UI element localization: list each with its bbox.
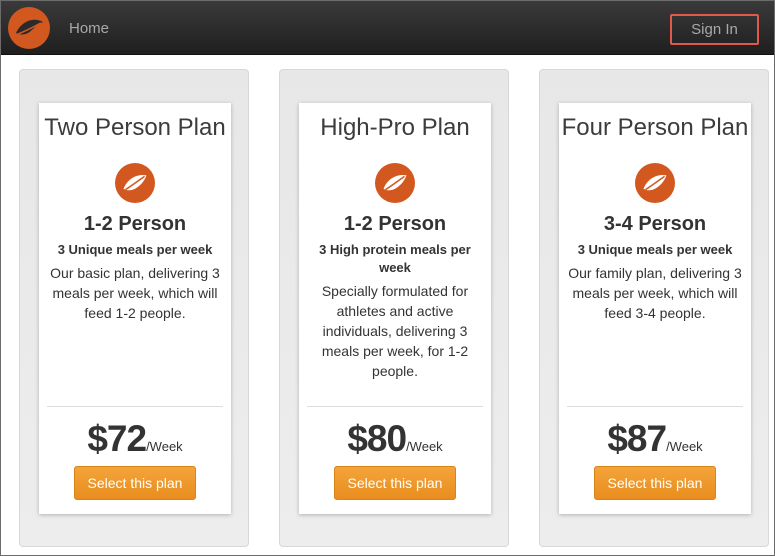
select-plan-button[interactable]: Select this plan xyxy=(594,466,716,500)
select-plan-button[interactable]: Select this plan xyxy=(74,466,196,500)
plan-price: $80 xyxy=(347,418,407,459)
plan-title: Four Person Plan xyxy=(561,114,749,141)
leaf-logo-icon xyxy=(375,163,415,203)
plan-persons: 3-4 Person xyxy=(603,213,707,235)
nav-home-link[interactable]: Home xyxy=(69,20,109,37)
plan-title: High-Pro Plan xyxy=(320,114,470,141)
plan-price: $87 xyxy=(607,418,667,459)
divider xyxy=(47,406,223,407)
plan-card: High-Pro Plan 1-2 Person 3 High protein … xyxy=(299,103,491,514)
plan-column: Two Person Plan 1-2 Person 3 Unique meal… xyxy=(19,69,249,547)
plan-description: Our basic plan, delivering 3 meals per w… xyxy=(50,265,220,321)
plan-title: Two Person Plan xyxy=(44,114,226,141)
plan-period: /Week xyxy=(666,439,703,454)
plan-meals: 3 Unique meals per week xyxy=(577,242,733,257)
plan-meals: 3 High protein meals per week xyxy=(319,242,471,275)
price-row: $87/Week xyxy=(559,418,751,460)
price-row: $72/Week xyxy=(39,418,231,460)
select-plan-button[interactable]: Select this plan xyxy=(334,466,456,500)
leaf-logo-icon xyxy=(115,163,155,203)
plan-period: /Week xyxy=(406,439,443,454)
plan-persons: 1-2 Person xyxy=(343,213,447,235)
divider xyxy=(307,406,483,407)
plan-card: Two Person Plan 1-2 Person 3 Unique meal… xyxy=(39,103,231,514)
leaf-logo-icon xyxy=(635,163,675,203)
plan-period: /Week xyxy=(146,439,183,454)
app-window: Home Sign In Two Person Plan 1-2 Person … xyxy=(0,0,775,556)
plan-meals: 3 Unique meals per week xyxy=(57,242,213,257)
plan-column: High-Pro Plan 1-2 Person 3 High protein … xyxy=(279,69,509,547)
plan-card: Four Person Plan 3-4 Person 3 Unique mea… xyxy=(559,103,751,514)
top-navbar: Home Sign In xyxy=(1,1,774,55)
plan-price: $72 xyxy=(87,418,147,459)
plan-description: Specially formulated for athletes and ac… xyxy=(321,283,469,379)
divider xyxy=(567,406,743,407)
leaf-logo-icon[interactable] xyxy=(8,7,50,49)
plan-persons: 1-2 Person xyxy=(83,213,187,235)
plan-column: Four Person Plan 3-4 Person 3 Unique mea… xyxy=(539,69,769,547)
price-row: $80/Week xyxy=(299,418,491,460)
plan-description: Our family plan, delivering 3 meals per … xyxy=(568,265,742,321)
sign-in-button[interactable]: Sign In xyxy=(670,14,759,45)
